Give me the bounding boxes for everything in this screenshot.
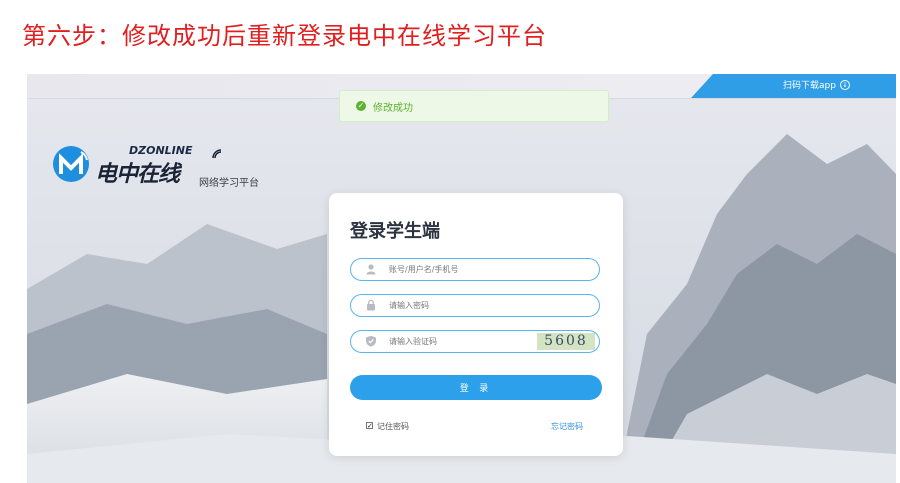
user-icon	[366, 264, 376, 275]
logo-cn-text: 电中在线	[95, 162, 180, 187]
logo-subtitle: 网络学习平台	[199, 178, 259, 189]
password-input[interactable]	[389, 297, 539, 313]
remember-label: 记住密码	[377, 422, 409, 431]
password-field[interactable]	[350, 294, 600, 317]
captcha-image[interactable]: 5608	[537, 333, 595, 350]
login-card: 登录学生端 5608 登 录 ✓ 记住密码	[329, 193, 623, 456]
browser-screen: 扫码下载app ↓ ✓ 修改成功 DZONLINE 电中在线 网络学习平台 登录…	[27, 74, 896, 483]
toast-message: 修改成功	[373, 103, 413, 114]
circle-arrow-down-icon: ↓	[840, 80, 850, 90]
download-app-label: 扫码下载app	[783, 81, 836, 91]
captcha-input[interactable]	[389, 333, 539, 349]
site-logo[interactable]: DZONLINE 电中在线 网络学习平台	[51, 142, 281, 192]
account-input[interactable]	[389, 261, 539, 277]
lock-icon	[367, 299, 375, 311]
download-app-tab[interactable]: 扫码下载app ↓	[691, 74, 896, 98]
login-button[interactable]: 登 录	[350, 375, 602, 400]
captcha-field[interactable]: 5608	[350, 330, 600, 353]
check-circle-icon: ✓	[356, 101, 366, 111]
step-heading: 第六步：修改成功后重新登录电中在线学习平台	[22, 22, 547, 50]
success-toast: ✓ 修改成功	[339, 90, 609, 122]
signal-icon	[212, 149, 222, 159]
forgot-password-link[interactable]: 忘记密码	[551, 421, 583, 432]
account-field[interactable]	[350, 258, 600, 281]
login-title: 登录学生端	[350, 221, 440, 242]
remember-checkbox[interactable]: ✓	[366, 422, 373, 430]
logo-mark-icon	[53, 146, 89, 182]
shield-icon	[366, 335, 376, 347]
